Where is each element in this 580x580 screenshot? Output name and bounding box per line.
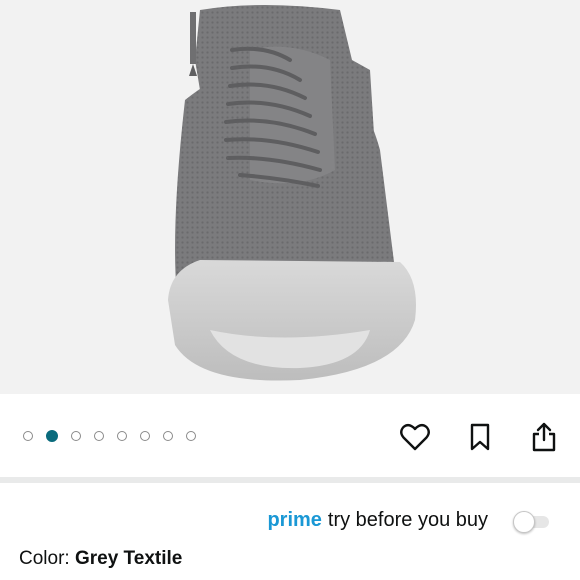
color-value: Grey Textile [74, 548, 183, 569]
prime-try-before-you-buy-row: prime try before you buy [0, 500, 580, 542]
bookmark-outline-icon [470, 423, 490, 451]
prime-brand: prime [267, 509, 322, 531]
shoe-image [168, 5, 416, 381]
carousel-dot[interactable] [163, 431, 173, 441]
color-label: Color: [19, 548, 75, 569]
carousel-dots[interactable] [23, 430, 196, 442]
heart-outline-icon [400, 423, 430, 451]
carousel-dot[interactable] [23, 431, 33, 441]
carousel-dot[interactable] [71, 431, 81, 441]
prime-tagline: try before you buy [327, 509, 488, 531]
section-divider [0, 477, 580, 483]
toggle-knob [513, 511, 535, 533]
carousel-dot[interactable] [117, 431, 127, 441]
carousel-dot[interactable] [140, 431, 150, 441]
carousel-dot[interactable] [186, 431, 196, 441]
carousel-dot[interactable] [94, 431, 104, 441]
carousel-dot[interactable] [46, 430, 58, 442]
color-selection-label: Color: Grey Textile [19, 548, 182, 570]
prime-label: prime try before you buy [267, 509, 488, 532]
share-button[interactable] [527, 420, 561, 454]
prime-toggle[interactable] [513, 511, 549, 533]
share-icon [532, 422, 556, 452]
save-to-list-button[interactable] [463, 420, 497, 454]
product-image[interactable] [0, 0, 580, 394]
favorite-button[interactable] [398, 420, 432, 454]
